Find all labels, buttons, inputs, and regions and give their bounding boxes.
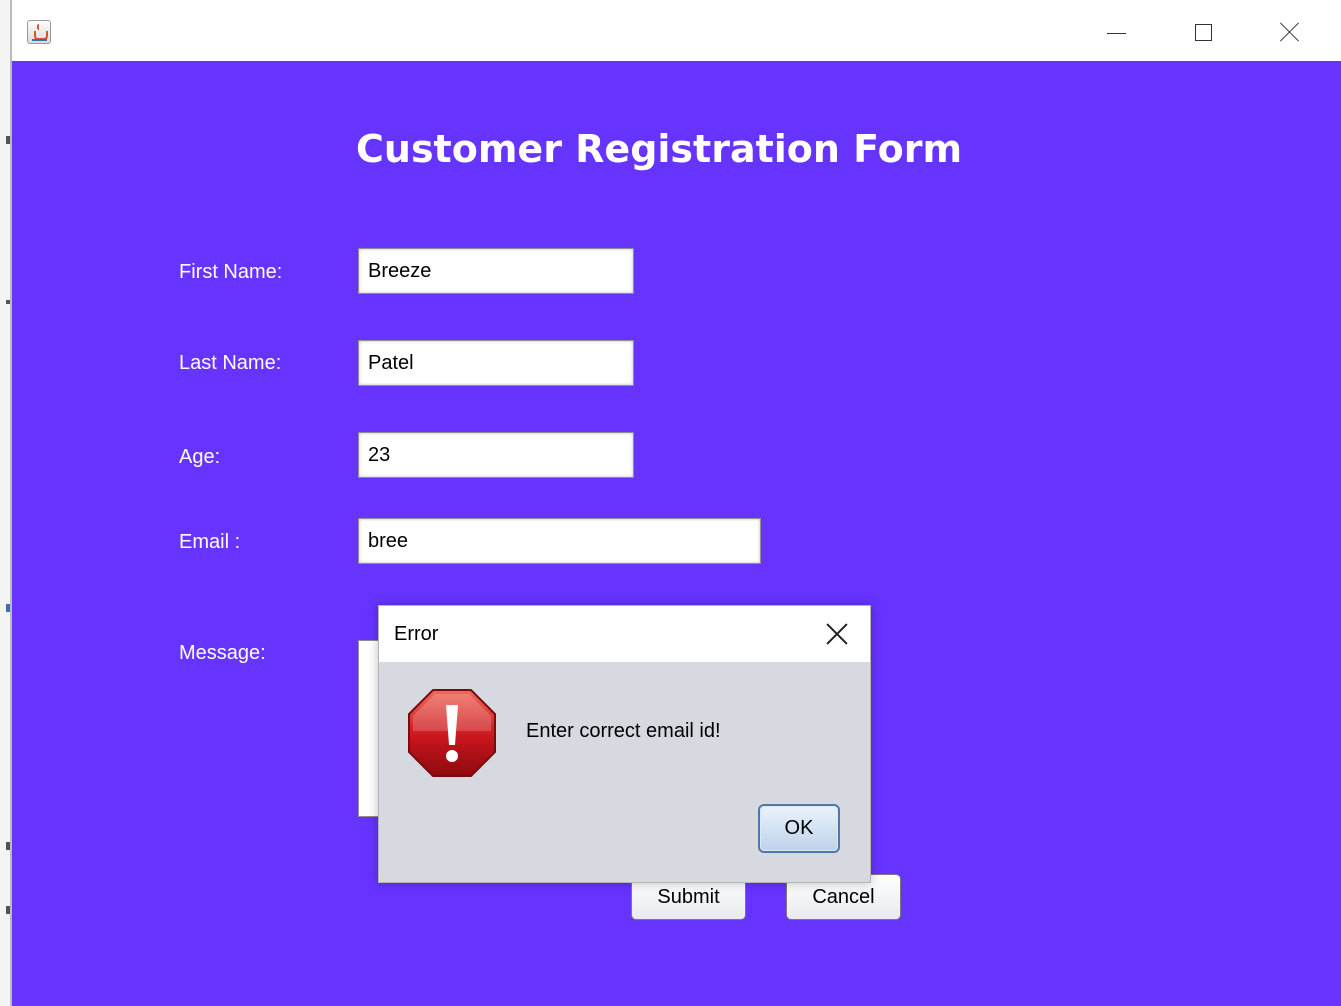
ok-button[interactable]: OK <box>758 804 840 853</box>
email-label: Email : <box>179 531 241 553</box>
last-name-field[interactable]: Patel <box>358 340 634 386</box>
close-window-button[interactable] <box>1268 15 1312 49</box>
page-title: Customer Registration Form <box>356 127 963 171</box>
background-text-fragment <box>6 906 10 914</box>
first-name-label: First Name: <box>179 261 283 283</box>
java-cup-icon[interactable] <box>27 20 51 44</box>
background-text-fragment <box>6 604 10 612</box>
dialog-message: Enter correct email id! <box>526 720 721 742</box>
minimize-icon <box>1106 32 1126 34</box>
background-window-edge <box>0 0 12 1006</box>
maximize-button[interactable] <box>1181 15 1225 49</box>
message-label: Message: <box>179 642 266 664</box>
minimize-button[interactable] <box>1094 15 1138 49</box>
dialog-close-icon[interactable] <box>823 620 851 648</box>
error-octagon-icon <box>408 689 496 777</box>
age-field[interactable]: 23 <box>358 432 634 478</box>
background-text-fragment <box>6 842 10 850</box>
close-icon <box>1280 22 1300 42</box>
background-text-fragment <box>6 300 10 304</box>
dialog-titlebar[interactable]: Error <box>379 606 870 662</box>
error-dialog[interactable]: Error Enter correct email id! OK <box>378 605 871 883</box>
background-text-fragment <box>6 136 10 144</box>
window-titlebar[interactable] <box>12 0 1341 61</box>
email-field[interactable]: bree <box>358 518 761 564</box>
last-name-label: Last Name: <box>179 352 282 374</box>
dialog-title: Error <box>394 623 439 645</box>
first-name-field[interactable]: Breeze <box>358 248 634 294</box>
age-label: Age: <box>179 446 221 468</box>
maximize-icon <box>1194 23 1212 41</box>
